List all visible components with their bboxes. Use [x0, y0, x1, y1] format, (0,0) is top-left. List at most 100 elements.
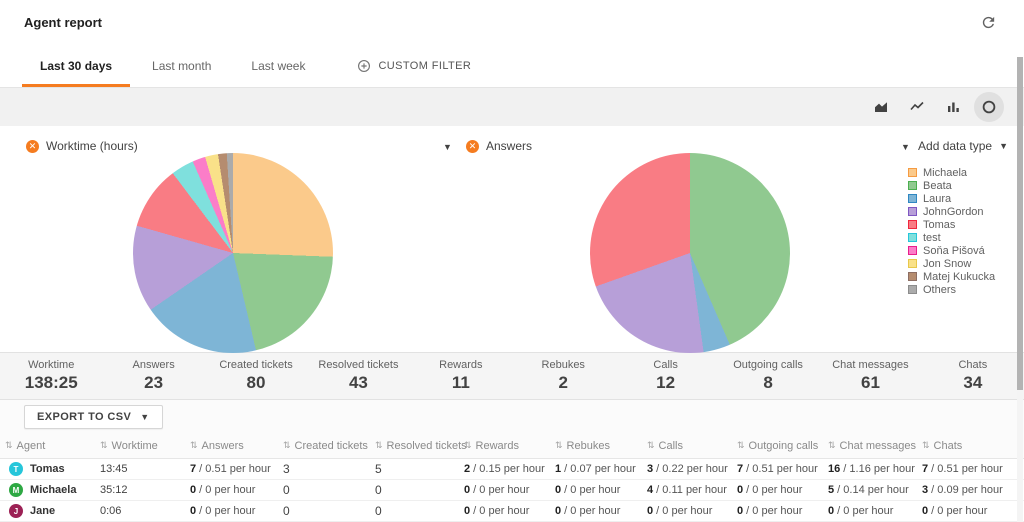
pie-chart-button[interactable]	[974, 92, 1004, 122]
table-cell: 3 / 0.22 per hour	[642, 463, 732, 475]
cell-rate: / 0 per hour	[834, 505, 893, 517]
table-cell: 0 / 0 per hour	[459, 484, 550, 496]
cell-rate: / 0.14 per hour	[834, 484, 909, 496]
agent-name: Tomas	[30, 463, 65, 475]
cell-rate: / 0 per hour	[561, 484, 620, 496]
column-header-chat-messages[interactable]: ⇅Chat messages	[823, 440, 917, 452]
legend-label: Others	[923, 284, 956, 296]
export-to-csv-button[interactable]: EXPORT TO CSV ▼	[24, 405, 163, 429]
stat-value: 12	[614, 373, 716, 393]
legend-item-johngordon[interactable]: JohnGordon	[908, 205, 995, 218]
cell-rate: / 0.15 per hour	[470, 463, 545, 475]
agent-cell: MMichaela	[0, 483, 95, 497]
tab-custom-filter[interactable]: CUSTOM FILTER	[337, 44, 491, 87]
area-chart-button[interactable]	[866, 92, 896, 122]
column-header-agent[interactable]: ⇅Agent	[0, 440, 95, 452]
column-header-answers[interactable]: ⇅Answers	[185, 440, 278, 452]
answers-chart-label: Answers	[486, 139, 532, 153]
table-cell: 7 / 0.51 per hour	[185, 463, 278, 475]
legend-item-others[interactable]: Others	[908, 283, 995, 296]
stat-label: Calls	[614, 359, 716, 371]
legend-item-laura[interactable]: Laura	[908, 192, 995, 205]
legend-item-so-a-pi-ov[interactable]: Soňa Pišová	[908, 244, 995, 257]
table-row-jane[interactable]: JJane0:060 / 0 per hour000 / 0 per hour0…	[0, 501, 1024, 522]
column-header-outgoing-calls[interactable]: ⇅Outgoing calls	[732, 440, 823, 452]
column-header-chats[interactable]: ⇅Chats	[917, 440, 1024, 452]
column-header-worktime[interactable]: ⇅Worktime	[95, 440, 185, 452]
worktime-dropdown-caret-icon[interactable]: ▼	[443, 142, 452, 152]
bar-chart-button[interactable]	[938, 92, 968, 122]
worktime-chart-title: ✕ Worktime (hours)	[26, 139, 138, 153]
table-cell: 1 / 0.07 per hour	[550, 463, 642, 475]
stat-label: Chats	[922, 359, 1024, 371]
export-row: EXPORT TO CSV ▼	[0, 400, 1024, 433]
legend-swatch-icon	[908, 233, 917, 242]
legend-swatch-icon	[908, 194, 917, 203]
stat-label: Created tickets	[205, 359, 307, 371]
table-cell: 2 / 0.15 per hour	[459, 463, 550, 475]
column-header-resolved-tickets[interactable]: ⇅Resolved tickets	[370, 440, 459, 452]
agent-cell: JJane	[0, 504, 95, 518]
plus-circle-icon	[357, 59, 371, 73]
sort-icon: ⇅	[5, 440, 13, 451]
remove-worktime-icon[interactable]: ✕	[26, 140, 39, 153]
answers-chart-title: ✕ Answers	[466, 139, 532, 153]
cell-rate: / 0.51 per hour	[928, 463, 1003, 475]
line-chart-button[interactable]	[902, 92, 932, 122]
table-cell: 0 / 0 per hour	[732, 505, 823, 517]
table-cell: 0	[278, 483, 370, 497]
column-header-calls[interactable]: ⇅Calls	[642, 440, 732, 452]
legend-item-beata[interactable]: Beata	[908, 179, 995, 192]
tab-last-week[interactable]: Last week	[231, 44, 325, 87]
table-row-michaela[interactable]: MMichaela35:120 / 0 per hour000 / 0 per …	[0, 480, 1024, 501]
add-data-type-button[interactable]: Add data type ▼	[918, 139, 1008, 153]
legend-item-michaela[interactable]: Michaela	[908, 166, 995, 179]
tab-last-month[interactable]: Last month	[132, 44, 231, 87]
table-cell: 3 / 0.09 per hour	[917, 484, 1024, 496]
agent-cell: TTomas	[0, 462, 95, 476]
sort-icon: ⇅	[828, 440, 836, 451]
sort-icon: ⇅	[375, 440, 383, 451]
stat-chats: Chats34	[922, 353, 1024, 399]
answers-dropdown-caret-icon[interactable]: ▼	[901, 142, 910, 152]
chart-panel: ✕ Worktime (hours) ▼ ✕ Answers ▼ Add dat…	[0, 126, 1024, 352]
stat-value: 43	[307, 373, 409, 393]
legend-item-test[interactable]: test	[908, 231, 995, 244]
cell-rate: / 0 per hour	[743, 505, 802, 517]
cell-rate: / 0 per hour	[561, 505, 620, 517]
legend-label: Michaela	[923, 167, 967, 179]
worktime-chart-label: Worktime (hours)	[46, 139, 138, 153]
cell-rate: / 0 per hour	[196, 505, 255, 517]
agent-table-body: TTomas13:457 / 0.51 per hour352 / 0.15 p…	[0, 459, 1024, 522]
stat-value: 11	[410, 373, 512, 393]
stat-label: Chat messages	[819, 359, 921, 371]
column-header-rewards[interactable]: ⇅Rewards	[459, 440, 550, 452]
vertical-scrollbar-thumb[interactable]	[1017, 57, 1023, 390]
legend-swatch-icon	[908, 181, 917, 190]
table-cell: 0	[278, 504, 370, 518]
table-cell: 5 / 0.14 per hour	[823, 484, 917, 496]
sort-icon: ⇅	[737, 440, 745, 451]
refresh-button[interactable]	[978, 12, 998, 32]
table-cell: 0 / 0 per hour	[732, 484, 823, 496]
table-cell: 0 / 0 per hour	[642, 505, 732, 517]
legend-item-matej-kukucka[interactable]: Matej Kukucka	[908, 270, 995, 283]
table-cell: 7 / 0.51 per hour	[732, 463, 823, 475]
stat-rewards: Rewards11	[410, 353, 512, 399]
table-cell: 0 / 0 per hour	[459, 505, 550, 517]
sort-icon: ⇅	[100, 440, 108, 451]
legend-item-tomas[interactable]: Tomas	[908, 218, 995, 231]
answers-pie-chart[interactable]	[590, 153, 790, 353]
table-row-tomas[interactable]: TTomas13:457 / 0.51 per hour352 / 0.15 p…	[0, 459, 1024, 480]
stat-label: Worktime	[0, 359, 102, 371]
legend-item-jon-snow[interactable]: Jon Snow	[908, 257, 995, 270]
tab-last-30-days[interactable]: Last 30 days	[20, 44, 132, 87]
stat-resolved-tickets: Resolved tickets43	[307, 353, 409, 399]
stat-worktime: Worktime138:25	[0, 353, 102, 399]
worktime-pie-chart[interactable]	[133, 153, 333, 353]
column-header-created-tickets[interactable]: ⇅Created tickets	[278, 440, 370, 452]
app-header: Agent report	[0, 0, 1024, 44]
column-header-rebukes[interactable]: ⇅Rebukes	[550, 440, 642, 452]
table-cell: 0 / 0 per hour	[550, 484, 642, 496]
remove-answers-icon[interactable]: ✕	[466, 140, 479, 153]
